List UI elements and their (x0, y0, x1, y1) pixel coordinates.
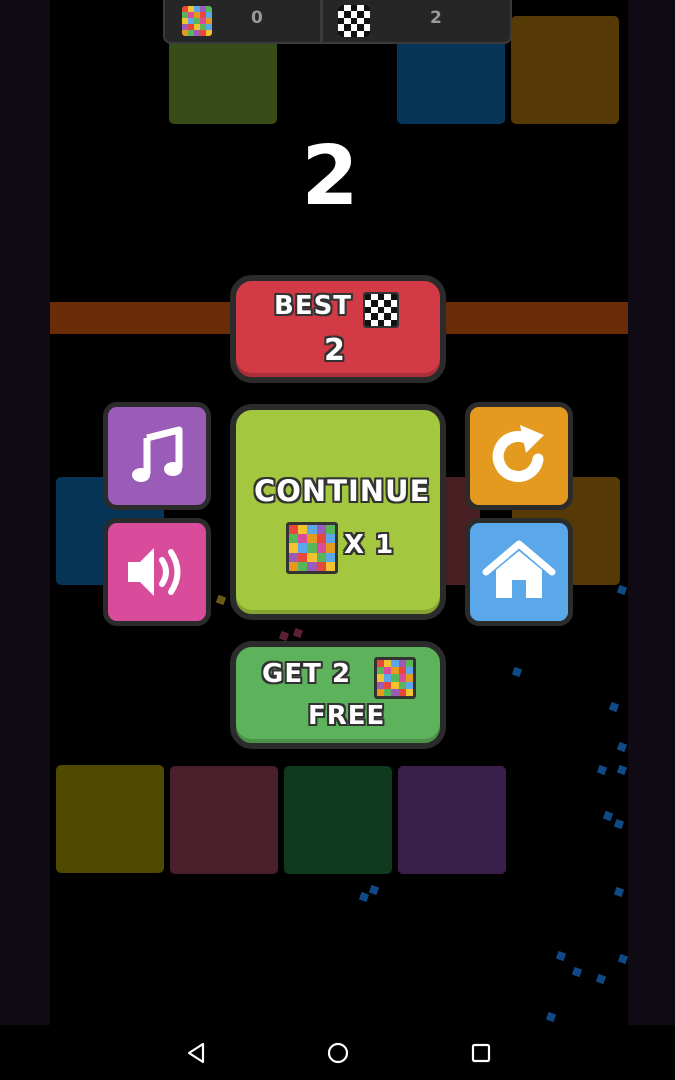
free-label: FREE (308, 701, 386, 731)
home-button[interactable] (465, 518, 573, 626)
best-value: 2 (324, 333, 346, 368)
board-tile (170, 766, 278, 874)
board-tile (284, 766, 392, 874)
music-toggle-button[interactable] (103, 402, 211, 510)
board-tile (511, 16, 619, 124)
board-tile (398, 766, 506, 874)
sound-toggle-button[interactable] (103, 518, 211, 626)
best-score-panel: BEST 2 (230, 275, 446, 383)
home-icon (482, 540, 556, 598)
current-score: 2 (301, 129, 359, 224)
mosaic-icon (286, 522, 338, 574)
restart-icon (492, 425, 544, 482)
currency-divider (320, 0, 323, 44)
checker-count: 2 (430, 8, 442, 28)
get-free-button[interactable]: GET 2 FREE (230, 641, 446, 749)
checker-icon (338, 5, 370, 37)
speaker-icon (128, 548, 181, 596)
board-tile (56, 765, 164, 873)
checker-icon (363, 292, 399, 328)
recents-icon[interactable] (469, 1041, 493, 1065)
home-nav-icon[interactable] (326, 1041, 350, 1065)
best-label: BEST (274, 291, 353, 321)
free-amount: 2 (332, 659, 352, 689)
music-note-icon (132, 426, 183, 482)
continue-multiplier: X 1 (344, 530, 395, 560)
mosaic-icon (374, 657, 416, 699)
continue-label: CONTINUE (254, 474, 431, 508)
mosaic-count: 0 (251, 8, 263, 28)
mosaic-icon (182, 6, 212, 36)
restart-button[interactable] (465, 402, 573, 510)
currency-bar: 0 2 (163, 0, 512, 44)
back-icon[interactable] (184, 1041, 208, 1065)
get-label: GET (262, 659, 322, 689)
continue-button[interactable]: CONTINUE X 1 (230, 404, 446, 620)
